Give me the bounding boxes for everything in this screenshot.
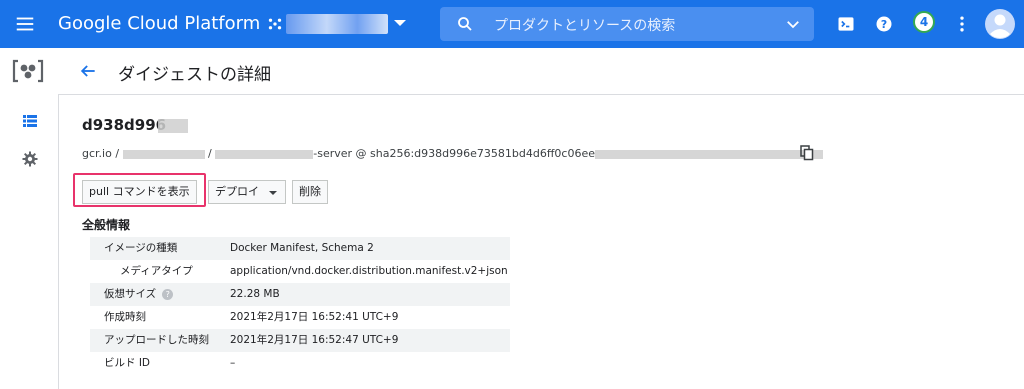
info-label: メディアタイプ — [120, 265, 193, 277]
search-input[interactable]: プロダクトとリソースの検索 — [494, 15, 675, 35]
caret-down-icon — [269, 191, 277, 195]
info-row: 作成時刻 2021年2月17日 16:52:41 UTC+9 — [90, 306, 510, 329]
digest-id-heading: d938d996 — [82, 116, 167, 134]
project-selector-redacted[interactable] — [286, 14, 388, 34]
info-label-text: 仮想サイズ — [104, 288, 157, 300]
redacted-text — [122, 149, 205, 159]
container-registry-icon — [12, 59, 44, 83]
cloud-shell-icon[interactable] — [836, 14, 856, 34]
more-vert-icon[interactable] — [952, 14, 972, 34]
info-label: 作成時刻 — [104, 311, 146, 323]
image-ref-text: -server @ sha256:d938d996e73581bd4d6ff0c… — [313, 147, 595, 160]
show-pull-command-button[interactable]: pull コマンドを表示 — [82, 180, 197, 204]
registry-host: gcr.io / — [82, 147, 120, 160]
delete-button[interactable]: 削除 — [292, 180, 328, 204]
info-row: アップロードした時刻 2021年2月17日 16:52:47 UTC+9 — [90, 329, 510, 352]
help-icon[interactable]: ? — [874, 14, 894, 34]
info-value: 2021年2月17日 16:52:41 UTC+9 — [230, 311, 399, 323]
redacted-text — [215, 149, 314, 159]
hamburger-menu-icon[interactable] — [14, 13, 36, 35]
help-circle-icon[interactable]: ? — [162, 288, 174, 300]
info-row: ビルド ID – — [90, 352, 510, 375]
project-dots-icon[interactable] — [266, 15, 284, 33]
info-value: 22.28 MB — [230, 288, 280, 300]
info-value: Docker Manifest, Schema 2 — [230, 242, 374, 254]
info-label: ビルド ID — [104, 357, 151, 369]
path-separator: / — [208, 147, 212, 160]
top-app-bar: Google Cloud Platform プロダクトとリソースの検索 ? 4 — [0, 0, 1024, 48]
redacted-text — [158, 119, 188, 133]
list-icon — [23, 115, 37, 127]
redacted-text — [595, 149, 823, 159]
info-label: アップロードした時刻 — [104, 334, 209, 346]
section-title-general-info: 全般情報 — [82, 218, 131, 232]
info-row: イメージの種類 Docker Manifest, Schema 2 — [90, 237, 510, 260]
info-row: 仮想サイズ? 22.28 MB — [90, 283, 510, 306]
info-value: – — [230, 357, 236, 369]
search-expand-chevron-icon[interactable] — [784, 15, 802, 33]
deploy-dropdown-button[interactable]: デプロイ — [208, 180, 286, 204]
copy-icon[interactable] — [800, 145, 814, 161]
info-value: application/vnd.docker.distribution.mani… — [230, 265, 508, 277]
page-title: ダイジェストの詳細 — [118, 65, 271, 85]
info-value: 2021年2月17日 16:52:47 UTC+9 — [230, 334, 399, 346]
info-label: イメージの種類 — [104, 242, 178, 254]
back-arrow-icon[interactable] — [78, 61, 98, 81]
gear-icon — [22, 151, 38, 167]
notifications-badge[interactable]: 4 — [913, 11, 935, 33]
search-icon — [458, 17, 472, 31]
image-path: gcr.io / / -server @ sha256:d938d996e735… — [82, 147, 823, 160]
nav-item-settings[interactable] — [0, 138, 58, 182]
deploy-label: デプロイ — [215, 185, 259, 198]
brand-logo-text[interactable]: Google Cloud Platform — [58, 13, 260, 34]
info-row: メディアタイプ application/vnd.docker.distribut… — [90, 260, 510, 283]
general-info-table: イメージの種類 Docker Manifest, Schema 2 メディアタイ… — [90, 237, 510, 375]
chevron-down-icon[interactable] — [394, 20, 406, 26]
svg-text:?: ? — [881, 18, 887, 31]
info-label: 仮想サイズ? — [104, 283, 174, 306]
account-avatar-icon[interactable] — [984, 8, 1016, 40]
